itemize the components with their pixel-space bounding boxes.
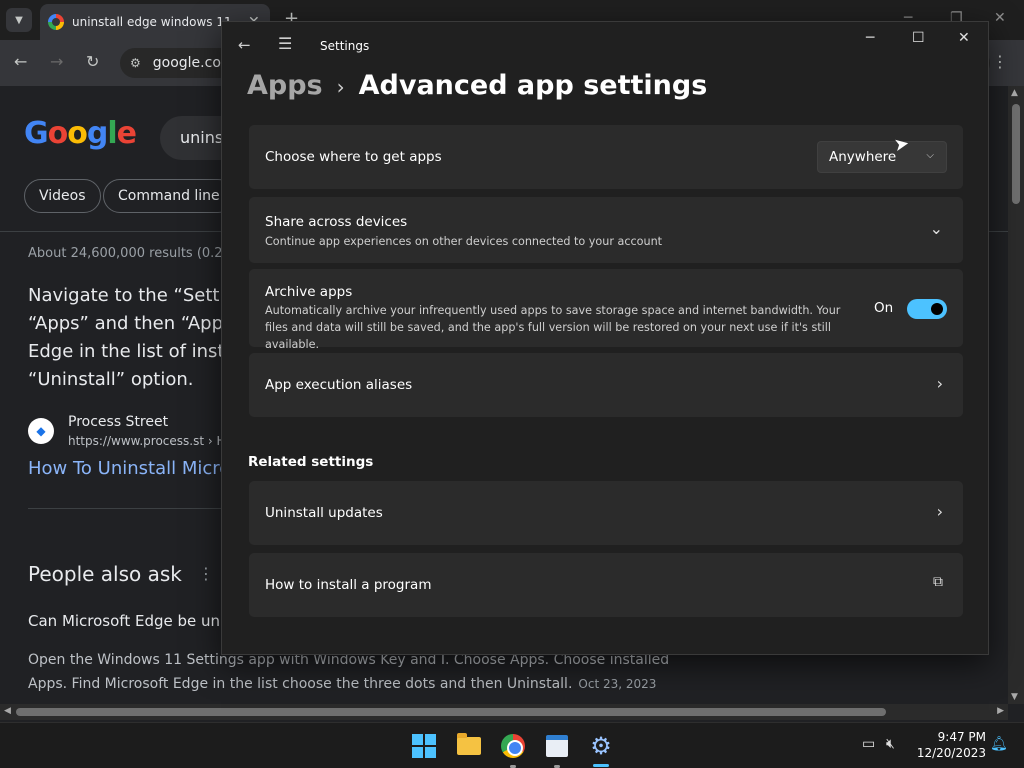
horizontal-scrollbar[interactable]: ◀ ▶ <box>0 704 1008 720</box>
scroll-left-icon[interactable]: ◀ <box>4 706 11 716</box>
chrome-taskbar-button[interactable] <box>499 732 527 760</box>
filter-chip-command-line[interactable]: Command line <box>103 179 235 213</box>
breadcrumb: Apps › Advanced app settings <box>247 70 707 101</box>
card-description: Continue app experiences on other device… <box>265 235 663 248</box>
volume-muted-icon[interactable]: 🔇︎ <box>886 736 895 752</box>
tab-search-button[interactable]: ▼ <box>6 8 32 32</box>
process-street-logo-icon: ◆ <box>28 418 54 444</box>
share-across-devices-card[interactable]: Share across devices Continue app experi… <box>249 197 963 263</box>
source-url: https://www.process.st › How <box>68 434 243 448</box>
back-arrow-icon[interactable]: ← <box>14 52 27 71</box>
clock-time: 9:47 PM <box>937 730 986 744</box>
vertical-scrollbar[interactable]: ▲ ▼ <box>1008 86 1024 704</box>
chevron-right-icon: › <box>336 75 345 99</box>
more-options-icon[interactable]: ⋮ <box>198 564 214 583</box>
chevron-down-icon[interactable]: ⌄ <box>930 219 943 238</box>
gear-icon: ⚙ <box>590 732 612 760</box>
chevron-down-icon: ⌵ <box>926 150 934 161</box>
card-title: Archive apps <box>265 284 353 300</box>
toggle-knob <box>931 303 943 315</box>
source-name: Process Street <box>68 414 169 430</box>
start-button[interactable] <box>410 732 438 760</box>
scroll-right-icon[interactable]: ▶ <box>997 706 1004 716</box>
forward-arrow-icon[interactable]: → <box>50 52 63 71</box>
scroll-up-icon[interactable]: ▲ <box>1011 88 1018 98</box>
notepad-icon <box>546 735 568 757</box>
choose-where-card: Choose where to get apps Anywhere ⌵ <box>249 125 963 189</box>
chevron-right-icon: › <box>936 374 943 393</box>
settings-titlebar: ← ☰ Settings ─ ☐ ✕ <box>222 22 988 70</box>
card-title: App execution aliases <box>265 377 413 393</box>
result-link[interactable]: How To Uninstall Micro <box>28 458 230 479</box>
clock-date: 12/20/2023 <box>916 746 986 760</box>
settings-taskbar-button[interactable]: ⚙ <box>587 732 615 760</box>
network-icon[interactable]: ▭ <box>862 736 875 752</box>
paa-answer: Open the Windows 11 Settings app with Wi… <box>28 652 670 692</box>
google-logo[interactable]: Google <box>24 116 137 151</box>
page-title: Advanced app settings <box>358 70 708 101</box>
folder-icon <box>457 733 481 755</box>
chevron-down-icon: ▼ <box>15 14 23 26</box>
reload-icon[interactable]: ↻ <box>86 52 99 71</box>
google-favicon-icon <box>48 14 64 30</box>
paa-date: Oct 23, 2023 <box>578 677 657 691</box>
related-settings-heading: Related settings <box>248 454 374 470</box>
app-title: Settings <box>320 39 370 53</box>
toggle-state-label: On <box>874 300 894 316</box>
site-info-icon[interactable]: ⚙ <box>130 56 141 70</box>
external-link-icon: ⧉ <box>933 574 943 590</box>
notepad-taskbar-button[interactable] <box>543 732 571 760</box>
dropdown-value: Anywhere <box>829 149 897 165</box>
card-title: Uninstall updates <box>265 505 383 521</box>
uninstall-updates-card[interactable]: Uninstall updates › <box>249 481 963 545</box>
card-description: Automatically archive your infrequently … <box>265 304 841 351</box>
windows-logo-icon <box>412 734 436 758</box>
card-title: Share across devices <box>265 214 408 230</box>
card-title: Choose where to get apps <box>265 149 442 165</box>
minimize-icon[interactable]: ─ <box>866 30 874 46</box>
scrollbar-thumb[interactable] <box>16 708 886 716</box>
how-to-install-card[interactable]: How to install a program ⧉ <box>249 553 963 617</box>
people-also-ask-title: People also ask <box>28 562 182 586</box>
notification-bell-icon[interactable]: 🔔︎ <box>990 736 1008 752</box>
chrome-icon <box>501 734 525 758</box>
filter-chip-videos[interactable]: Videos <box>24 179 101 213</box>
card-title: How to install a program <box>265 577 432 593</box>
breadcrumb-apps[interactable]: Apps <box>247 70 323 101</box>
archive-apps-toggle[interactable] <box>907 299 947 319</box>
file-explorer-button[interactable] <box>455 732 483 760</box>
tab-title: uninstall edge windows 11 - Go <box>72 15 242 29</box>
back-arrow-icon[interactable]: ← <box>238 36 251 54</box>
close-icon[interactable]: ✕ <box>958 30 970 46</box>
hamburger-menu-icon[interactable]: ☰ <box>278 34 292 53</box>
browser-menu-icon[interactable]: ⋮ <box>992 52 1008 71</box>
close-window-icon[interactable]: ✕ <box>994 10 1006 26</box>
app-execution-aliases-card[interactable]: App execution aliases › <box>249 353 963 417</box>
taskbar: ⚙ ▭ 🔇︎ 9:47 PM 12/20/2023 🔔︎ <box>0 722 1024 768</box>
chevron-right-icon: › <box>936 502 943 521</box>
scrollbar-thumb[interactable] <box>1012 104 1020 204</box>
results-count: About 24,600,000 results (0.27 <box>28 246 231 261</box>
settings-window: ← ☰ Settings ─ ☐ ✕ Apps › Advanced app s… <box>221 21 989 655</box>
system-clock[interactable]: 9:47 PM 12/20/2023 <box>906 729 986 761</box>
scroll-down-icon[interactable]: ▼ <box>1011 692 1018 702</box>
archive-apps-card: Archive apps Automatically archive your … <box>249 269 963 351</box>
maximize-icon[interactable]: ☐ <box>912 30 925 46</box>
active-indicator <box>593 764 609 767</box>
app-source-dropdown[interactable]: Anywhere ⌵ <box>817 141 947 173</box>
paa-question[interactable]: Can Microsoft Edge be unin <box>28 612 234 630</box>
